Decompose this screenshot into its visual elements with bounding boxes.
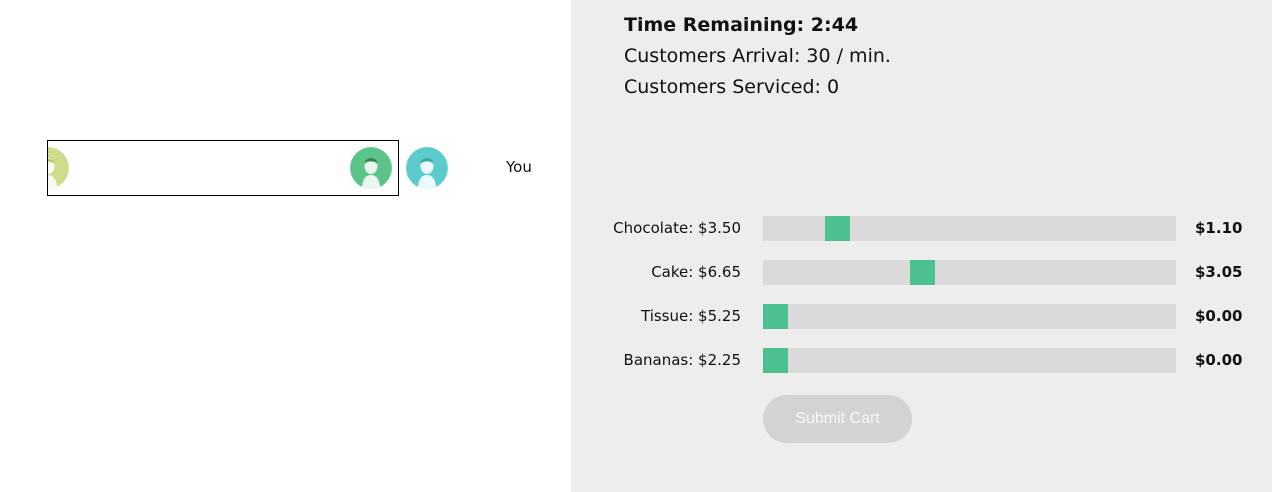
customers-serviced: Customers Serviced: 0 [624,76,840,98]
product-row-tissue: Tissue: $5.25 $0.00 [571,304,1272,330]
chocolate-slider[interactable] [763,216,1176,241]
customer-avatar-icon [48,147,69,189]
customer-queue [47,140,399,196]
product-row-bananas: Bananas: $2.25 $0.00 [571,348,1272,374]
product-row-chocolate: Chocolate: $3.50 $1.10 [571,216,1272,242]
product-label: Bananas: $2.25 [623,351,741,369]
submit-cart-button[interactable]: Submit Cart [763,395,912,443]
bananas-slider[interactable] [763,348,1176,373]
time-remaining: Time Remaining: 2:44 [624,14,859,36]
product-label: Cake: $6.65 [651,263,741,281]
slider-handle[interactable] [825,216,850,241]
product-amount: $1.10 [1195,219,1243,237]
control-panel: Time Remaining: 2:44 Customers Arrival: … [571,0,1272,492]
product-amount: $0.00 [1195,307,1243,325]
customer-arrival-rate: Customers Arrival: 30 / min. [624,45,891,67]
queue-area: You [0,0,571,492]
product-row-cake: Cake: $6.65 $3.05 [571,260,1272,286]
slider-handle[interactable] [763,304,788,329]
cake-slider[interactable] [763,260,1176,285]
game-stats: Time Remaining: 2:44 Customers Arrival: … [624,10,891,103]
slider-handle[interactable] [763,348,788,373]
customer-avatar-icon [350,147,392,189]
tissue-slider[interactable] [763,304,1176,329]
product-amount: $3.05 [1195,263,1243,281]
serving-customer-avatar-icon [406,147,448,189]
product-label: Tissue: $5.25 [641,307,741,325]
product-label: Chocolate: $3.50 [613,219,741,237]
slider-handle[interactable] [910,260,935,285]
you-label: You [506,158,532,176]
product-amount: $0.00 [1195,351,1243,369]
